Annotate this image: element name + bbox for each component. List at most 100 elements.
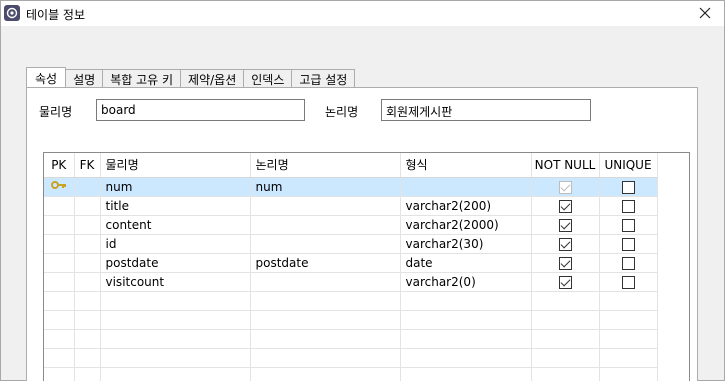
empty-cell[interactable]: [400, 367, 532, 381]
tab-properties[interactable]: 속성: [26, 67, 67, 89]
unique-checkbox[interactable]: [621, 218, 635, 232]
tab-composite-unique-key[interactable]: 복합 고유 키: [103, 69, 182, 88]
empty-cell[interactable]: [400, 291, 532, 311]
close-icon[interactable]: [696, 4, 714, 22]
tab-advanced-settings[interactable]: 고급 설정: [292, 69, 356, 88]
header-fk[interactable]: FK: [74, 153, 101, 178]
empty-row[interactable]: [44, 329, 658, 349]
empty-row[interactable]: [44, 310, 658, 330]
type-cell[interactable]: varchar2(0): [400, 272, 532, 292]
pk-cell[interactable]: [44, 272, 75, 292]
empty-cell[interactable]: [100, 310, 251, 330]
fk-cell[interactable]: [74, 253, 101, 273]
table-row[interactable]: title varchar2(200): [44, 196, 658, 216]
header-unique[interactable]: UNIQUE: [599, 153, 658, 178]
table-row[interactable]: content varchar2(2000): [44, 215, 658, 235]
header-logical-name[interactable]: 논리명: [250, 153, 401, 178]
empty-cell[interactable]: [400, 329, 532, 349]
empty-cell[interactable]: [250, 329, 401, 349]
not-null-checkbox[interactable]: [558, 237, 572, 251]
empty-cell[interactable]: [599, 329, 658, 349]
type-cell[interactable]: varchar2(2000): [400, 215, 532, 235]
empty-cell[interactable]: [531, 348, 600, 368]
not-null-checkbox[interactable]: [558, 218, 572, 232]
logical-name-cell[interactable]: [250, 215, 401, 235]
type-cell[interactable]: varchar2(200): [400, 196, 532, 216]
type-cell[interactable]: [400, 177, 532, 197]
empty-cell[interactable]: [400, 310, 532, 330]
empty-cell[interactable]: [599, 291, 658, 311]
empty-cell[interactable]: [531, 310, 600, 330]
header-physical-name[interactable]: 물리명: [100, 153, 251, 178]
tab-indexes[interactable]: 인덱스: [244, 69, 293, 88]
not-null-checkbox[interactable]: [558, 275, 572, 289]
physical-name-field[interactable]: board: [96, 99, 305, 121]
empty-cell[interactable]: [531, 367, 600, 381]
empty-row[interactable]: [44, 348, 658, 368]
unique-checkbox[interactable]: [621, 237, 635, 251]
pk-cell[interactable]: [44, 234, 75, 254]
empty-cell[interactable]: [250, 367, 401, 381]
table-row[interactable]: visitcount varchar2(0): [44, 272, 658, 292]
physical-name-cell[interactable]: postdate: [100, 253, 251, 273]
unique-checkbox[interactable]: [621, 180, 635, 194]
empty-row[interactable]: [44, 367, 658, 381]
logical-name-cell[interactable]: postdate: [250, 253, 401, 273]
table-row[interactable]: id varchar2(30): [44, 234, 658, 254]
fk-cell[interactable]: [74, 215, 101, 235]
physical-name-cell[interactable]: content: [100, 215, 251, 235]
empty-cell[interactable]: [74, 348, 101, 368]
empty-cell[interactable]: [599, 310, 658, 330]
empty-cell[interactable]: [599, 367, 658, 381]
physical-name-cell[interactable]: title: [100, 196, 251, 216]
type-cell[interactable]: date: [400, 253, 532, 273]
empty-cell[interactable]: [531, 329, 600, 349]
empty-cell[interactable]: [599, 348, 658, 368]
pk-cell[interactable]: [44, 215, 75, 235]
empty-cell[interactable]: [44, 291, 75, 311]
empty-cell[interactable]: [100, 329, 251, 349]
logical-name-cell[interactable]: [250, 272, 401, 292]
header-not-null[interactable]: NOT NULL: [531, 153, 600, 178]
header-pk[interactable]: PK: [44, 153, 75, 178]
pk-cell[interactable]: [44, 253, 75, 273]
empty-cell[interactable]: [250, 291, 401, 311]
logical-name-cell[interactable]: [250, 196, 401, 216]
physical-name-cell[interactable]: num: [100, 177, 251, 197]
empty-cell[interactable]: [44, 367, 75, 381]
not-null-checkbox[interactable]: [558, 180, 572, 194]
empty-cell[interactable]: [74, 310, 101, 330]
empty-cell[interactable]: [100, 367, 251, 381]
fk-cell[interactable]: [74, 196, 101, 216]
logical-name-field[interactable]: 회원제게시판: [381, 99, 591, 121]
grid-scroll-area[interactable]: [684, 177, 689, 381]
empty-cell[interactable]: [250, 310, 401, 330]
empty-cell[interactable]: [400, 348, 532, 368]
tab-description[interactable]: 설명: [66, 69, 104, 88]
header-type[interactable]: 형식: [400, 153, 532, 178]
table-row[interactable]: num num: [44, 177, 658, 197]
not-null-checkbox[interactable]: [558, 256, 572, 270]
empty-cell[interactable]: [44, 310, 75, 330]
empty-cell[interactable]: [531, 291, 600, 311]
empty-cell[interactable]: [44, 348, 75, 368]
physical-name-cell[interactable]: id: [100, 234, 251, 254]
empty-cell[interactable]: [44, 329, 75, 349]
empty-cell[interactable]: [74, 367, 101, 381]
pk-cell[interactable]: [44, 196, 75, 216]
not-null-checkbox[interactable]: [558, 199, 572, 213]
empty-cell[interactable]: [74, 329, 101, 349]
empty-cell[interactable]: [250, 348, 401, 368]
unique-checkbox[interactable]: [621, 256, 635, 270]
fk-cell[interactable]: [74, 272, 101, 292]
pk-cell[interactable]: [44, 177, 75, 197]
type-cell[interactable]: varchar2(30): [400, 234, 532, 254]
empty-cell[interactable]: [100, 291, 251, 311]
empty-row[interactable]: [44, 291, 658, 311]
logical-name-cell[interactable]: num: [250, 177, 401, 197]
unique-checkbox[interactable]: [621, 275, 635, 289]
unique-checkbox[interactable]: [621, 199, 635, 213]
empty-cell[interactable]: [100, 348, 251, 368]
table-row[interactable]: postdate postdate date: [44, 253, 658, 273]
tab-constraints-options[interactable]: 제약/옵션: [181, 69, 245, 88]
